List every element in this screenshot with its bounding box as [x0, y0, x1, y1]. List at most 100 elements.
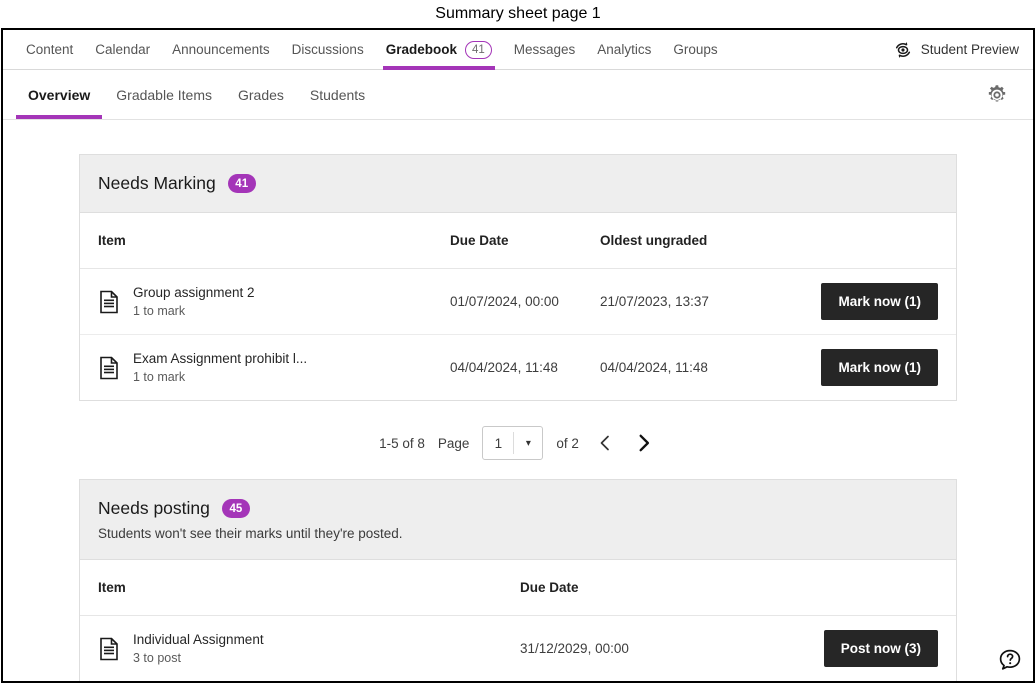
item-text-block: Group assignment 2 1 to mark: [133, 285, 255, 318]
item-text-block: Individual Assignment 3 to post: [133, 632, 264, 665]
table-header-row: Item Due Date Oldest ungraded: [80, 213, 956, 269]
nav-tab-calendar-label: Calendar: [95, 42, 151, 57]
row-due-date: 31/12/2029, 00:00: [520, 641, 629, 656]
nav-tab-content[interactable]: Content: [15, 30, 84, 69]
nav-tab-analytics[interactable]: Analytics: [586, 30, 662, 69]
document-icon: [100, 356, 118, 379]
chevron-right-icon: [639, 434, 649, 452]
nav-tab-announcements[interactable]: Announcements: [161, 30, 281, 69]
needs-posting-title: Needs posting: [98, 498, 210, 518]
pagination-bar: 1-5 of 8 Page 1 ▾ of 2: [3, 423, 1033, 463]
table-row: Group assignment 2 1 to mark 01/07/2024,…: [80, 268, 956, 335]
needs-marking-table: Item Due Date Oldest ungraded Group assi…: [80, 213, 956, 400]
tab-grades[interactable]: Grades: [225, 70, 297, 119]
nav-tab-groups-label: Groups: [673, 42, 718, 57]
page-number-select[interactable]: 1 ▾: [482, 426, 544, 460]
needs-marking-badge: 41: [227, 174, 256, 193]
row-action-cell: Post now (3): [770, 616, 956, 682]
needs-marking-header: Needs Marking 41: [80, 155, 956, 213]
needs-marking-title-row: Needs Marking 41: [98, 173, 936, 194]
tab-gradable-items-label: Gradable Items: [116, 86, 212, 103]
column-header-item: Item: [80, 213, 450, 269]
needs-marking-table-body: Group assignment 2 1 to mark 01/07/2024,…: [80, 268, 956, 401]
pagination-page-label: Page: [437, 435, 470, 451]
needs-posting-title-row: Needs posting 45: [98, 498, 936, 519]
item-name[interactable]: Individual Assignment: [133, 632, 264, 647]
gear-icon: [988, 84, 1006, 102]
tab-gradable-items[interactable]: Gradable Items: [103, 70, 225, 119]
tab-overview-label: Overview: [28, 86, 91, 103]
needs-posting-subtitle: Students won't see their marks until the…: [98, 526, 403, 541]
gradebook-sub-navigation: Overview Gradable Items Grades Students: [3, 70, 1033, 120]
chevron-left-icon: [600, 435, 609, 451]
overview-content-area: Needs Marking 41 Item Due Date Oldest un…: [3, 120, 1033, 681]
needs-posting-card: Needs posting 45 Students won't see thei…: [79, 479, 957, 681]
row-due-date: 01/07/2024, 00:00: [450, 268, 600, 335]
document-icon: [100, 290, 118, 313]
table-row: Individual Assignment 3 to post 31/12/20…: [80, 616, 956, 682]
app-window: Content Calendar Announcements Discussio…: [1, 28, 1035, 683]
nav-tab-discussions[interactable]: Discussions: [281, 30, 375, 69]
nav-tab-messages[interactable]: Messages: [503, 30, 587, 69]
needs-posting-header: Needs posting 45 Students won't see thei…: [80, 480, 956, 560]
nav-tab-groups[interactable]: Groups: [662, 30, 728, 69]
table-row: Exam Assignment prohibit l... 1 to mark …: [80, 335, 956, 401]
tab-grades-label: Grades: [237, 86, 284, 103]
row-item-cell: Exam Assignment prohibit l... 1 to mark: [80, 335, 450, 401]
row-oldest-ungraded: 21/07/2023, 13:37: [600, 268, 760, 335]
next-page-button[interactable]: [631, 428, 657, 458]
settings-button[interactable]: [983, 81, 1011, 109]
item-status: 1 to mark: [133, 370, 186, 384]
needs-posting-table-body: Individual Assignment 3 to post 31/12/20…: [80, 616, 956, 682]
page-number-value: 1: [494, 435, 503, 451]
column-header-due-date: Due Date: [450, 213, 600, 269]
item-with-icon: Individual Assignment 3 to post: [98, 632, 520, 665]
help-button[interactable]: [995, 645, 1025, 675]
nav-tab-analytics-label: Analytics: [597, 42, 652, 57]
item-with-icon: Group assignment 2 1 to mark: [98, 285, 450, 318]
nav-tab-messages-label: Messages: [513, 42, 576, 57]
help-question-bubble-icon: [999, 649, 1021, 670]
item-name[interactable]: Exam Assignment prohibit l...: [133, 351, 307, 366]
tab-students-label: Students: [309, 86, 366, 103]
needs-posting-table: Item Due Date Individual Assignment 3 to…: [80, 560, 956, 681]
course-nav-tab-list: Content Calendar Announcements Discussio…: [15, 30, 729, 70]
gradebook-count-badge: 41: [464, 40, 492, 59]
nav-tab-content-label: Content: [26, 42, 74, 57]
nav-tab-calendar[interactable]: Calendar: [84, 30, 161, 69]
needs-posting-badge: 45: [221, 499, 250, 518]
needs-posting-table-head: Item Due Date: [80, 560, 956, 616]
needs-marking-title: Needs Marking: [98, 173, 216, 193]
item-text-block: Exam Assignment prohibit l... 1 to mark: [133, 351, 307, 384]
mark-now-button[interactable]: Mark now (1): [821, 283, 938, 320]
item-name[interactable]: Group assignment 2: [133, 285, 255, 300]
column-header-action: [770, 560, 956, 616]
nav-tab-announcements-label: Announcements: [172, 42, 270, 57]
post-now-button[interactable]: Post now (3): [823, 630, 938, 667]
tab-overview[interactable]: Overview: [15, 70, 103, 119]
student-preview-label: Student Preview: [920, 42, 1019, 57]
table-header-row: Item Due Date: [80, 560, 956, 616]
mark-now-button[interactable]: Mark now (1): [821, 349, 938, 386]
pagination-range: 1-5 of 8: [379, 435, 425, 451]
student-preview-button[interactable]: Student Preview: [893, 40, 1019, 60]
column-header-oldest-ungraded: Oldest ungraded: [600, 213, 760, 269]
row-item-cell: Group assignment 2 1 to mark: [80, 268, 450, 335]
student-preview-eye-icon: [895, 41, 910, 58]
row-item-cell: Individual Assignment 3 to post: [80, 616, 520, 682]
tab-students[interactable]: Students: [297, 70, 378, 119]
item-status: 3 to post: [133, 651, 181, 665]
item-status: 1 to mark: [133, 304, 186, 318]
needs-marking-card: Needs Marking 41 Item Due Date Oldest un…: [79, 154, 957, 401]
previous-page-button[interactable]: [592, 428, 618, 458]
row-oldest-ungraded: 04/04/2024, 11:48: [600, 360, 708, 375]
column-header-action: [760, 213, 956, 269]
row-action-cell: Mark now (1): [760, 268, 956, 335]
nav-tab-gradebook[interactable]: Gradebook 41: [375, 30, 503, 70]
document-icon: [100, 637, 118, 660]
column-header-item: Item: [80, 560, 520, 616]
row-action-cell: Mark now (1): [760, 335, 956, 401]
nav-tab-gradebook-label: Gradebook: [385, 42, 457, 57]
pagination-total: of 2: [556, 435, 579, 451]
item-with-icon: Exam Assignment prohibit l... 1 to mark: [98, 351, 450, 384]
